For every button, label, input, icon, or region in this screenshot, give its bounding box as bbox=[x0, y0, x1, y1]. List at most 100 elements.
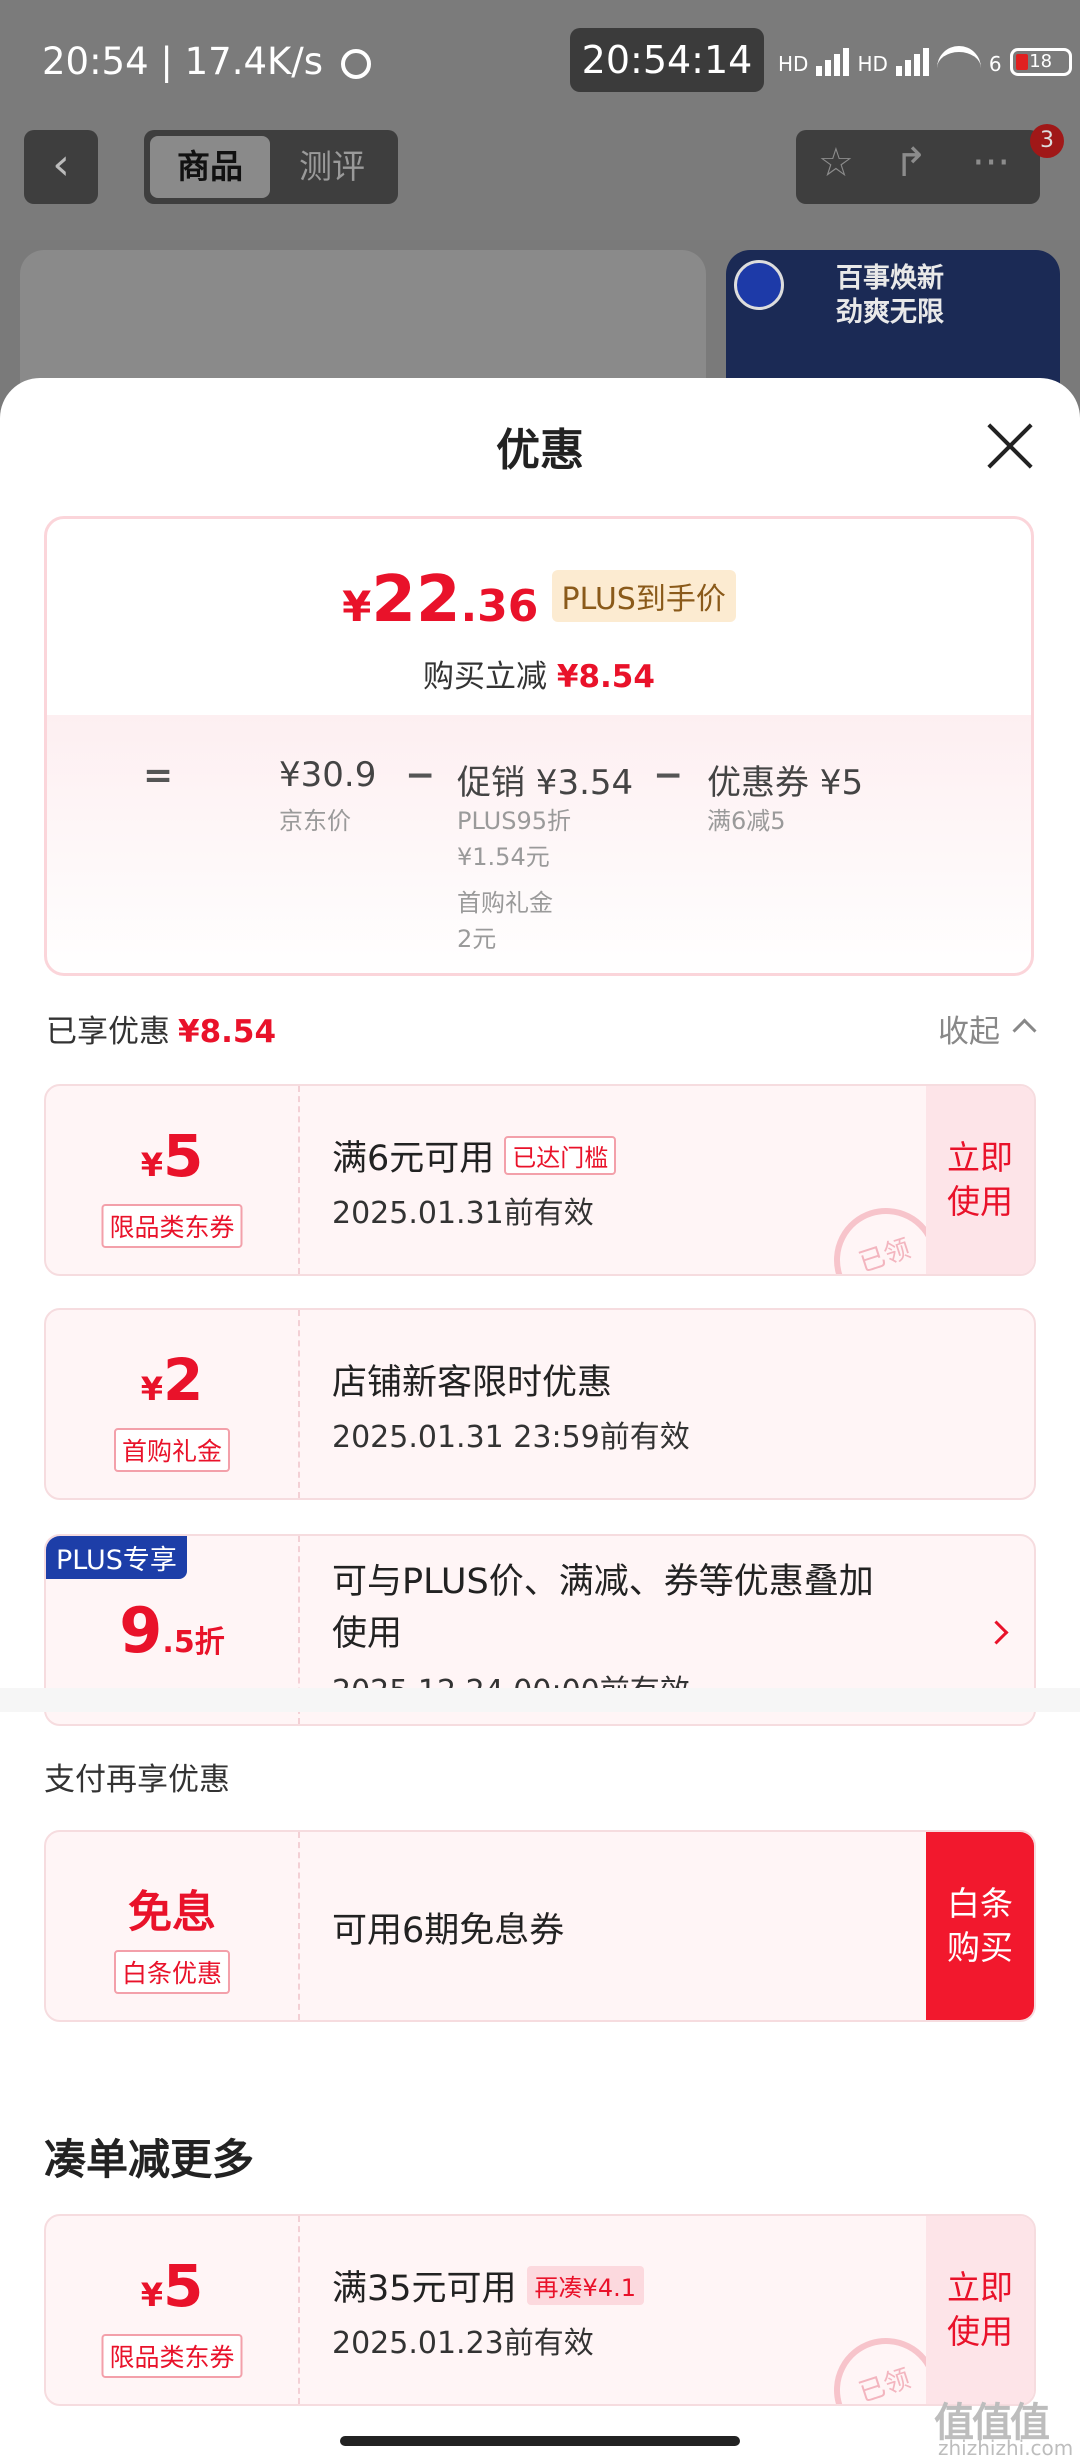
final-price: ¥22.36 PLUS到手价 bbox=[47, 563, 1031, 637]
rate-int: 9 bbox=[119, 1594, 163, 1667]
battery-icon: 18 bbox=[1009, 48, 1072, 76]
network-label-1: HD bbox=[778, 52, 809, 76]
minus-sign-2: − bbox=[653, 755, 684, 796]
enjoyed-label: 已享优惠 bbox=[46, 1014, 170, 1050]
coupon-card: ¥5 限品类东券 满35元可用 再凑¥4.1 2025.01.23前有效 已领 立… bbox=[44, 2214, 1036, 2406]
coupon-date: 2025.01.31 23:59前有效 bbox=[332, 1420, 690, 1455]
coupon-title-line-2: 使用 bbox=[332, 1614, 403, 1654]
coupon-title: 满6元可用 已达门槛 bbox=[332, 1130, 617, 1181]
jd-price: ¥30.9 bbox=[279, 755, 377, 795]
coupon-date: 2025.01.23前有效 bbox=[332, 2326, 594, 2361]
home-indicator[interactable] bbox=[340, 2436, 740, 2446]
nav-actions: ☆ ↱ ··· bbox=[796, 130, 1040, 204]
action-line-2: 使用 bbox=[947, 1182, 1013, 1221]
status-time-text: 20:54 | 17.4K/s bbox=[42, 40, 324, 83]
coupon-divider bbox=[298, 2216, 300, 2404]
promo-sub-4: 2元 bbox=[457, 925, 497, 953]
coupon-value: 免息 白条优惠 bbox=[46, 1832, 298, 2020]
enjoyed-discount: 已享优惠 ¥8.54 bbox=[46, 1006, 276, 1051]
promo-sub-1: PLUS95折 bbox=[457, 807, 571, 835]
discount-sheet: 优惠 ¥22.36 PLUS到手价 购买立减 ¥8.54 = ¥30.9 京东价… bbox=[0, 378, 1080, 2460]
threshold-tag: 已达门槛 bbox=[504, 1136, 617, 1175]
alarm-icon bbox=[340, 48, 371, 79]
discount-rate: 9.5折 bbox=[46, 1594, 298, 1667]
amount-number: 2 bbox=[162, 1346, 204, 1414]
coupon-value: ¥2 首购礼金 bbox=[46, 1310, 298, 1498]
coupon-title-text: 满6元可用 bbox=[332, 1139, 495, 1179]
top-up-tag: 再凑¥4.1 bbox=[526, 2266, 644, 2305]
share-icon[interactable]: ↱ bbox=[894, 140, 928, 186]
yen-symbol: ¥ bbox=[140, 1370, 163, 1408]
status-bar: 20:54 | 17.4K/s 20:54:14 HD HD 6 18 bbox=[0, 0, 1080, 130]
coupon-value: ¥5 限品类东券 bbox=[46, 2216, 298, 2404]
price-summary: ¥22.36 PLUS到手价 购买立减 ¥8.54 = ¥30.9 京东价 − … bbox=[44, 516, 1034, 976]
network-label-2: HD bbox=[857, 52, 888, 76]
promo-detail: PLUS95折 ¥1.54元 首购礼金 2元 bbox=[457, 803, 571, 957]
pepsi-logo-icon bbox=[734, 260, 784, 310]
jd-price-label: 京东价 bbox=[279, 807, 351, 835]
instant-discount: 购买立减 ¥8.54 bbox=[47, 651, 1031, 696]
yen-symbol: ¥ bbox=[140, 2276, 163, 2314]
banner-text: 百事焕新 劲爽无限 bbox=[836, 262, 944, 330]
promo-sub-3: 首购礼金 bbox=[457, 889, 553, 917]
coupon-kind: 白条优惠 bbox=[113, 1950, 231, 1994]
price-dec: .36 bbox=[460, 581, 539, 632]
coupon-amount-value: ¥5 bbox=[46, 2252, 298, 2320]
action-line-2: 购买 bbox=[947, 1928, 1013, 1967]
star-icon[interactable]: ☆ bbox=[818, 140, 854, 186]
signal-icon-2 bbox=[895, 48, 929, 76]
more-icon[interactable]: ··· bbox=[972, 140, 1010, 186]
use-now-button[interactable]: 立即 使用 bbox=[926, 2216, 1034, 2404]
chevron-up-icon[interactable] bbox=[1012, 1018, 1037, 1043]
baitiao-coupon-card: 免息 白条优惠 可用6期免息券 白条购买 bbox=[44, 1830, 1036, 2022]
coupon-title: 店铺新客限时优惠 bbox=[332, 1363, 613, 1403]
coupon-kind: 首购礼金 bbox=[113, 1428, 231, 1472]
status-indicators: HD HD 6 18 bbox=[778, 46, 1072, 76]
coupon-divider bbox=[298, 1832, 300, 2020]
baitiao-buy-button[interactable]: 白条 购买 bbox=[926, 1832, 1034, 2020]
close-icon[interactable] bbox=[984, 420, 1036, 472]
price-yen: ¥ bbox=[342, 582, 372, 631]
interest-free-label: 免息 bbox=[128, 1887, 216, 1938]
action-line-1: 白条 bbox=[947, 1884, 1013, 1923]
rate-dec: .5折 bbox=[162, 1625, 225, 1660]
instant-label: 购买立减 bbox=[423, 659, 548, 695]
wifi-icon bbox=[936, 46, 981, 76]
collapse-button[interactable]: 收起 bbox=[938, 1006, 1000, 1051]
tab-bar: 商品 测评 bbox=[144, 130, 398, 204]
sheet-title: 优惠 bbox=[496, 425, 584, 476]
coupon-kind: 限品类东券 bbox=[101, 2334, 243, 2378]
chevron-right-icon[interactable] bbox=[984, 1620, 1009, 1645]
coupon-amount-value: ¥5 bbox=[46, 1122, 298, 1190]
coupon-amount: 优惠券 ¥5 bbox=[707, 763, 864, 803]
status-time-speed: 20:54 | 17.4K/s bbox=[42, 40, 371, 83]
wifi-label: 6 bbox=[988, 52, 1002, 76]
back-button[interactable]: ‹ bbox=[24, 130, 98, 204]
floating-clock: 20:54:14 bbox=[570, 28, 764, 92]
coupon-title: 满35元可用 再凑¥4.1 bbox=[332, 2260, 644, 2311]
plus-price-tag: PLUS到手价 bbox=[551, 570, 736, 622]
promo-amount: 促销 ¥3.54 bbox=[457, 763, 634, 803]
coupon-title: 可与PLUS价、满减、券等优惠叠加 使用 bbox=[332, 1556, 874, 1660]
equals-sign: = bbox=[143, 755, 174, 796]
pay-section-label: 支付再享优惠 bbox=[44, 1762, 230, 1798]
coupon-title-text: 满35元可用 bbox=[332, 2269, 517, 2309]
top-nav: ‹ 商品 测评 ☆ ↱ ··· 3 bbox=[0, 124, 1080, 240]
coupon-card: ¥2 首购礼金 店铺新客限时优惠 2025.01.31 23:59前有效 bbox=[44, 1308, 1036, 1500]
more-section-title: 凑单减更多 bbox=[44, 2135, 255, 2184]
use-now-button[interactable]: 立即 使用 bbox=[926, 1086, 1034, 1274]
amount-number: 5 bbox=[162, 1122, 204, 1190]
promo-sub-2: ¥1.54元 bbox=[457, 843, 550, 871]
price-int: 22 bbox=[371, 563, 461, 637]
coupon-divider bbox=[298, 1310, 300, 1498]
signal-icon bbox=[816, 48, 850, 76]
coupon-card: ¥5 限品类东券 满6元可用 已达门槛 2025.01.31前有效 已领 立即 使用 bbox=[44, 1084, 1036, 1276]
coupon-title: 可用6期免息券 bbox=[332, 1911, 565, 1951]
coupon-amount-value: ¥2 bbox=[46, 1346, 298, 1414]
instant-value: ¥8.54 bbox=[556, 659, 655, 695]
tab-product[interactable]: 商品 bbox=[150, 136, 270, 198]
enjoyed-value: ¥8.54 bbox=[178, 1014, 277, 1050]
coupon-date: 2025.01.31前有效 bbox=[332, 1196, 594, 1231]
action-line-1: 立即 bbox=[947, 1138, 1013, 1177]
tab-review[interactable]: 测评 bbox=[272, 136, 392, 198]
